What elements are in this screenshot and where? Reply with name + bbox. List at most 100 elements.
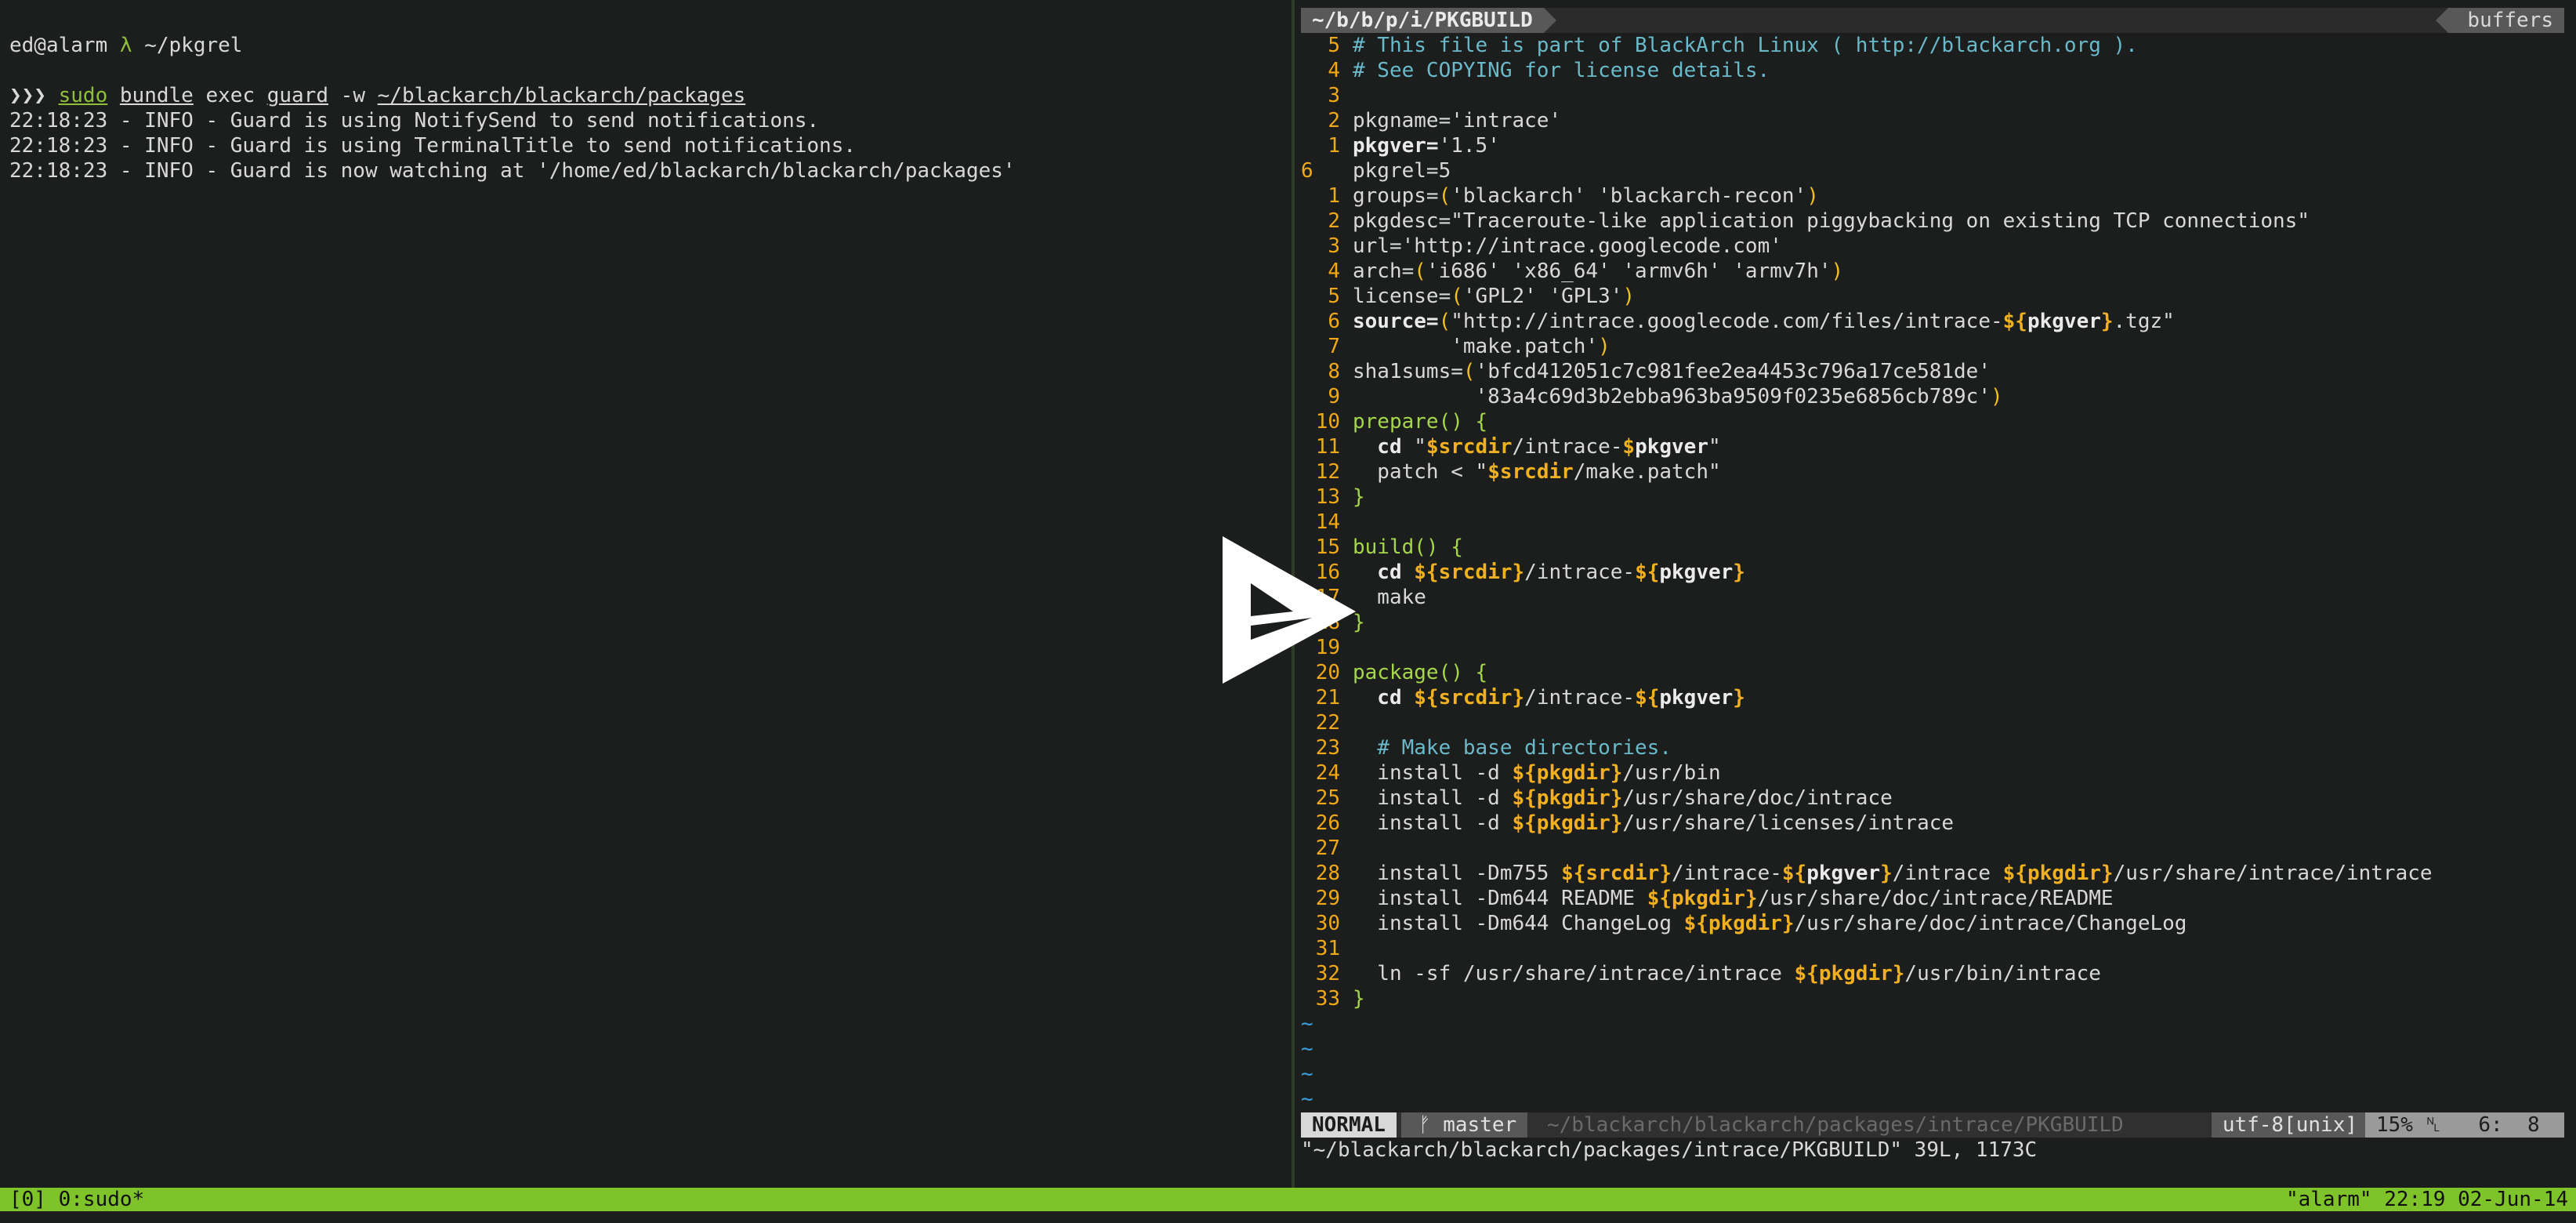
code-token: (: [1462, 360, 1476, 383]
code-token: patch <: [1353, 460, 1476, 484]
tab-buffers[interactable]: buffers: [2448, 8, 2564, 33]
line-number: 12: [1315, 460, 1340, 484]
code-line[interactable]: 10 prepare() {: [1301, 409, 2564, 434]
code-token: 'GPL2' 'GPL3': [1462, 285, 1623, 308]
code-line[interactable]: 27: [1301, 836, 2564, 861]
code-line[interactable]: 7 'make.patch'): [1301, 334, 2564, 359]
code-line[interactable]: 24 install -d ${pkgdir}/usr/bin: [1301, 760, 2564, 786]
code-token: $srcdir: [1487, 460, 1574, 484]
code-line[interactable]: 26 install -d ${pkgdir}/usr/share/licens…: [1301, 811, 2564, 836]
status-position: 15% ␤ 6: 8: [2365, 1112, 2564, 1138]
line-number: 4: [1328, 259, 1340, 283]
code-line[interactable]: 20 package() {: [1301, 660, 2564, 685]
code-line[interactable]: 3 url='http://intrace.googlecode.com': [1301, 234, 2564, 259]
prompt-lambda-icon: λ: [119, 34, 132, 57]
code-line[interactable]: 6 pkgrel=5: [1301, 158, 2564, 183]
vim-command-line[interactable]: "~/blackarch/blackarch/packages/intrace/…: [1301, 1138, 2037, 1163]
code-line[interactable]: 17 make: [1301, 585, 2564, 610]
code-token: ): [1622, 285, 1636, 308]
code-line[interactable]: 21 cd ${srcdir}/intrace-${pkgver}: [1301, 685, 2564, 710]
code-token: 'intrace': [1451, 109, 1562, 132]
code-line[interactable]: 9 '83a4c69d3b2ebba963ba9509f0235e6856cb7…: [1301, 384, 2564, 409]
line-number: 11: [1315, 435, 1340, 459]
line-number: 33: [1315, 987, 1340, 1011]
vim-editor-pane[interactable]: ~/b/b/p/i/PKGBUILD buffers 5 # This file …: [1298, 0, 2576, 1188]
line-number: 5: [1328, 285, 1340, 308]
code-token: /intrace-: [1524, 686, 1636, 709]
tab-path[interactable]: ~/b/b/p/i/PKGBUILD: [1301, 8, 1544, 33]
code-token: }: [2100, 310, 2114, 333]
status-encoding: utf-8[unix]: [2211, 1112, 2368, 1138]
prompt-arrows: ❯❯❯: [9, 84, 59, 107]
code-line[interactable]: 19: [1301, 635, 2564, 660]
tmux-window-list[interactable]: [0] 0:sudo*: [9, 1188, 144, 1211]
cmd-exec: exec: [193, 84, 267, 107]
code-line[interactable]: 11 cd "$srcdir/intrace-$pkgver": [1301, 434, 2564, 459]
code-token: ${pkgdir}: [1794, 962, 1905, 985]
cmd-bundle: bundle: [119, 84, 194, 107]
code-line[interactable]: 1 groups=('blackarch' 'blackarch-recon'): [1301, 183, 2564, 209]
code-line[interactable]: 30 install -Dm644 ChangeLog ${pkgdir}/us…: [1301, 911, 2564, 936]
code-token: /intrace-: [1524, 561, 1636, 584]
code-token: ): [1990, 385, 2003, 408]
line-number: 26: [1315, 811, 1340, 835]
line-number: 6: [1301, 159, 1313, 183]
code-line[interactable]: 2 pkgname='intrace': [1301, 108, 2564, 133]
code-token: # This file is part of BlackArch Linux (…: [1353, 34, 2138, 57]
tmux-status-bar: [0] 0:sudo* "alarm" 22:19 02-Jun-14: [0, 1188, 2576, 1211]
code-line[interactable]: 3: [1301, 83, 2564, 108]
code-token: }: [1353, 987, 1365, 1011]
code-line[interactable]: 16 cd ${srcdir}/intrace-${pkgver}: [1301, 560, 2564, 585]
code-token: ): [1831, 259, 1844, 283]
empty-line-tilde: ~: [1301, 1062, 1313, 1086]
code-line[interactable]: 13}: [1301, 484, 2564, 510]
code-line[interactable]: 29 install -Dm644 README ${pkgdir}/usr/s…: [1301, 886, 2564, 911]
code-line[interactable]: 4 arch=('i686' 'x86_64' 'armv6h' 'armv7h'…: [1301, 259, 2564, 284]
code-line[interactable]: 23 # Make base directories.: [1301, 735, 2564, 760]
line-number: 2: [1328, 109, 1340, 132]
line-number: 30: [1315, 912, 1340, 935]
left-terminal-pane[interactable]: ed@alarm λ ~/pkgrel ❯❯❯ sudo bundle exec…: [0, 0, 1290, 1188]
code-line[interactable]: 5 # This file is part of BlackArch Linux …: [1301, 33, 2564, 58]
line-number: 22: [1315, 711, 1340, 735]
code-line[interactable]: 18}: [1301, 610, 2564, 635]
code-line[interactable]: 5 license=('GPL2' 'GPL3'): [1301, 284, 2564, 309]
line-number: 32: [1315, 962, 1340, 985]
code-token: install -d: [1353, 786, 1513, 810]
line-number: 23: [1315, 736, 1340, 760]
code-token: pkgver: [1659, 561, 1734, 584]
code-line[interactable]: 8 sha1sums=('bfcd412051c7c981fee2ea4453c7…: [1301, 359, 2564, 384]
line-number: 2: [1328, 209, 1340, 233]
code-token: pkgver: [1806, 862, 1881, 885]
code-token: ${srcdir}: [1414, 561, 1525, 584]
code-token: () {: [1438, 410, 1488, 434]
code-token: /usr/share/intrace/intrace: [2113, 862, 2433, 885]
code-line[interactable]: 25 install -d ${pkgdir}/usr/share/doc/in…: [1301, 786, 2564, 811]
code-line[interactable]: 14: [1301, 510, 2564, 535]
code-line[interactable]: 15 build() {: [1301, 535, 2564, 560]
code-token: }: [1353, 485, 1365, 509]
code-line[interactable]: 33}: [1301, 986, 2564, 1011]
code-token: "Traceroute-like application piggybackin…: [1451, 209, 2310, 233]
code-line[interactable]: 2 pkgdesc="Traceroute-like application pi…: [1301, 209, 2564, 234]
play-button-icon[interactable]: [1216, 530, 1373, 687]
code-token: license=: [1353, 285, 1451, 308]
code-line[interactable]: 1 pkgver='1.5': [1301, 133, 2564, 158]
code-line[interactable]: 28 install -Dm755 ${srcdir}/intrace-${pk…: [1301, 861, 2564, 886]
code-line[interactable]: 22: [1301, 710, 2564, 735]
line-number: 4: [1328, 59, 1340, 82]
code-line[interactable]: 6 source=("http://intrace.googlecode.com/…: [1301, 309, 2564, 334]
code-line[interactable]: 32 ln -sf /usr/share/intrace/intrace ${p…: [1301, 961, 2564, 986]
code-token: () {: [1414, 535, 1463, 559]
line-number: 3: [1328, 84, 1340, 107]
code-token: 'http://intrace.googlecode.com': [1401, 234, 1782, 258]
log-line: 22:18:23 - INFO - Guard is now watching …: [9, 159, 1016, 183]
code-token: /usr/bin/intrace: [1904, 962, 2101, 985]
cmd-sudo: sudo: [58, 84, 108, 107]
code-line[interactable]: 12 patch < "$srcdir/make.patch": [1301, 459, 2564, 484]
code-line[interactable]: 31: [1301, 936, 2564, 961]
code-line[interactable]: 4 # See COPYING for license details.: [1301, 58, 2564, 83]
code-token: ${pkgdir}: [1512, 761, 1623, 785]
code-token: ${: [2002, 310, 2027, 333]
code-token: ln -sf /usr/share/intrace/intrace: [1353, 962, 1795, 985]
